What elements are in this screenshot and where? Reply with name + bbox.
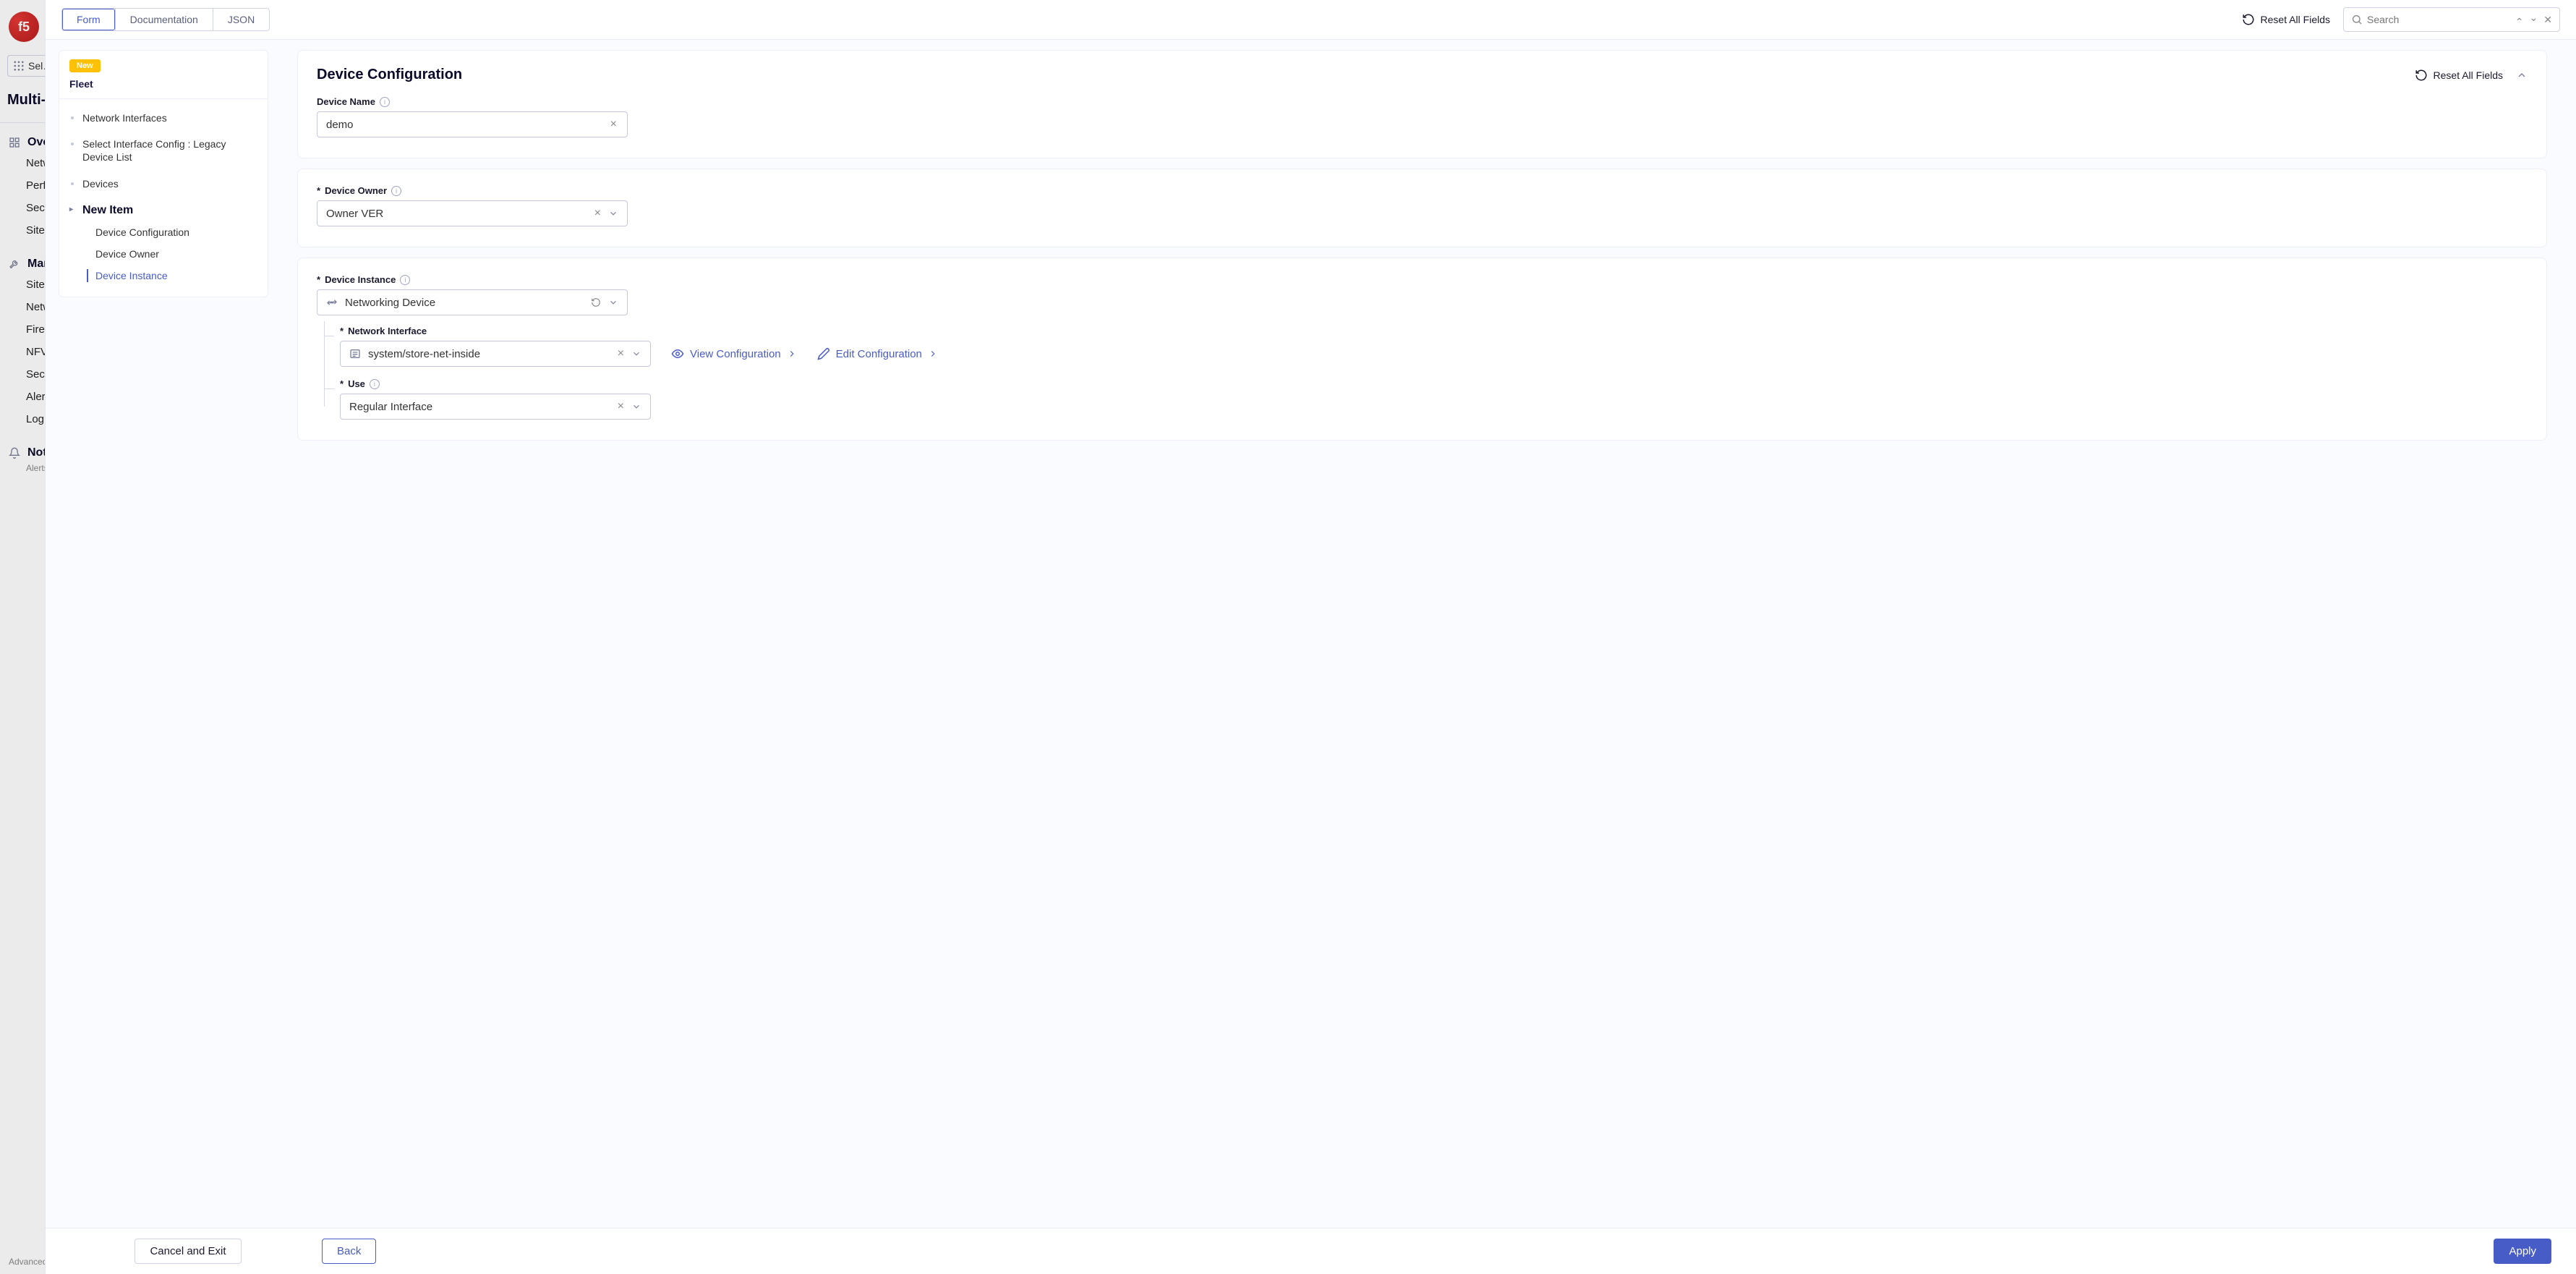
device-owner-label: Device Owner bbox=[325, 185, 387, 196]
search-prev-icon[interactable] bbox=[2512, 12, 2527, 27]
chevron-right-icon bbox=[787, 349, 797, 359]
chevron-down-icon[interactable] bbox=[605, 208, 621, 218]
cancel-button[interactable]: Cancel and Exit bbox=[135, 1239, 241, 1264]
use-value: Regular Interface bbox=[349, 401, 613, 413]
info-icon[interactable]: i bbox=[400, 275, 410, 285]
tree-new-item[interactable]: New Item bbox=[59, 197, 268, 221]
tree-heading: Fleet bbox=[59, 78, 268, 99]
tab-documentation[interactable]: Documentation bbox=[115, 9, 213, 30]
back-button[interactable]: Back bbox=[322, 1239, 376, 1264]
tab-json[interactable]: JSON bbox=[213, 9, 269, 30]
config-panel: FormDocumentationJSON Reset All Fields ✕… bbox=[45, 0, 2576, 1274]
tree-item[interactable]: Network Interfaces bbox=[59, 105, 268, 131]
device-name-input-wrap[interactable]: × bbox=[317, 111, 628, 137]
search-next-icon[interactable] bbox=[2527, 12, 2541, 27]
clear-icon[interactable]: × bbox=[590, 207, 605, 220]
tree-sub-item[interactable]: Device Configuration bbox=[59, 221, 268, 243]
clear-icon[interactable]: × bbox=[613, 347, 628, 360]
form-area: Device Configuration Reset All Fields bbox=[268, 40, 2576, 1228]
tree-item[interactable]: Select Interface Config : Legacy Device … bbox=[59, 131, 268, 170]
list-icon bbox=[349, 348, 361, 360]
eye-icon bbox=[671, 347, 684, 360]
network-interface-select[interactable]: system/store-net-inside × bbox=[340, 341, 651, 367]
search-input[interactable] bbox=[2363, 11, 2512, 28]
view-tabs: FormDocumentationJSON bbox=[61, 8, 270, 31]
device-instance-select[interactable]: Networking Device bbox=[317, 289, 628, 315]
new-badge: New bbox=[69, 59, 101, 72]
clear-icon[interactable]: × bbox=[606, 118, 621, 131]
clear-icon[interactable]: × bbox=[613, 400, 628, 413]
card-device-config: Device Configuration Reset All Fields bbox=[297, 50, 2547, 158]
tree-item[interactable]: Devices bbox=[59, 171, 268, 197]
device-instance-label: Device Instance bbox=[325, 274, 396, 285]
device-owner-value: Owner VER bbox=[326, 208, 590, 220]
network-interface-value: system/store-net-inside bbox=[368, 348, 613, 360]
network-interface-label: Network Interface bbox=[348, 326, 427, 336]
tree-sub-item[interactable]: Device Instance bbox=[59, 265, 268, 286]
tab-form[interactable]: Form bbox=[62, 9, 115, 30]
collapse-icon[interactable] bbox=[2516, 69, 2528, 81]
reset-icon bbox=[2242, 13, 2255, 26]
card-reset-label: Reset All Fields bbox=[2434, 69, 2503, 81]
panel-topbar: FormDocumentationJSON Reset All Fields ✕ bbox=[46, 0, 2576, 40]
chevron-down-icon[interactable] bbox=[605, 297, 621, 307]
use-label: Use bbox=[348, 378, 365, 389]
card-title-device-config: Device Configuration bbox=[317, 67, 462, 83]
card-device-instance: * Device Instance i Networking Device bbox=[297, 258, 2547, 441]
device-instance-value: Networking Device bbox=[345, 297, 587, 309]
info-icon[interactable]: i bbox=[380, 97, 390, 107]
chevron-down-icon[interactable] bbox=[628, 402, 644, 412]
view-configuration-label: View Configuration bbox=[690, 348, 781, 360]
search-icon bbox=[2351, 14, 2363, 25]
reset-field-icon[interactable] bbox=[587, 297, 605, 307]
chevron-right-icon bbox=[928, 349, 938, 359]
use-select[interactable]: Regular Interface × bbox=[340, 394, 651, 420]
nav-tree-card: New Fleet Network InterfacesSelect Inter… bbox=[59, 50, 268, 297]
apply-button[interactable]: Apply bbox=[2494, 1239, 2551, 1264]
view-configuration-link[interactable]: View Configuration bbox=[671, 347, 797, 360]
edit-configuration-label: Edit Configuration bbox=[836, 348, 922, 360]
info-icon[interactable]: i bbox=[370, 379, 380, 389]
pencil-icon bbox=[817, 347, 830, 360]
device-name-label: Device Name bbox=[317, 96, 375, 107]
chevron-down-icon[interactable] bbox=[628, 349, 644, 359]
edit-configuration-link[interactable]: Edit Configuration bbox=[817, 347, 938, 360]
info-icon[interactable]: i bbox=[391, 186, 401, 196]
swap-icon bbox=[326, 297, 338, 308]
device-owner-select[interactable]: Owner VER × bbox=[317, 200, 628, 226]
reset-all-top[interactable]: Reset All Fields bbox=[2242, 13, 2330, 26]
card-reset[interactable]: Reset All Fields bbox=[2415, 69, 2503, 82]
reset-icon bbox=[2415, 69, 2428, 82]
panel-footer: Cancel and Exit Back Apply bbox=[46, 1228, 2576, 1274]
search-box[interactable]: ✕ bbox=[2343, 7, 2560, 32]
reset-all-label: Reset All Fields bbox=[2261, 14, 2330, 25]
search-clear-icon[interactable]: ✕ bbox=[2541, 12, 2555, 27]
card-device-owner: * Device Owner i Owner VER × bbox=[297, 169, 2547, 247]
tree-sub-item[interactable]: Device Owner bbox=[59, 243, 268, 265]
device-name-input[interactable] bbox=[326, 119, 606, 131]
